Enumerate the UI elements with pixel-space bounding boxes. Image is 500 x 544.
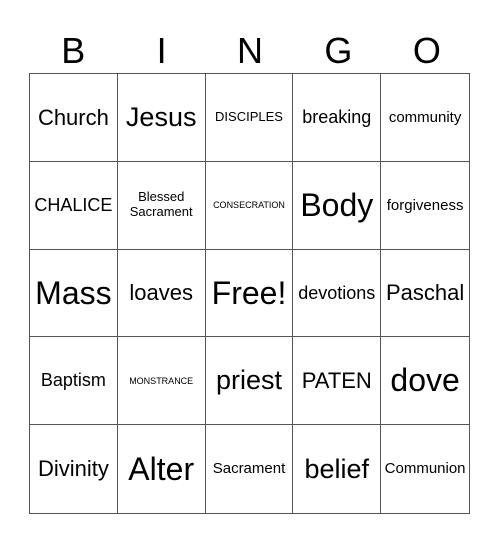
- cell-text: Mass: [35, 274, 112, 311]
- bingo-cell[interactable]: Blessed Sacrament: [117, 161, 206, 250]
- bingo-cell[interactable]: belief: [293, 425, 382, 513]
- bingo-cell[interactable]: Mass: [30, 249, 118, 338]
- cell-text: priest: [215, 365, 282, 396]
- header-letter-n: N: [237, 30, 264, 71]
- header-letter-b: B: [61, 30, 86, 71]
- cell-text: Alter: [128, 450, 195, 487]
- cell-text: Free!: [211, 274, 287, 311]
- free-space-cell[interactable]: Free!: [205, 249, 294, 338]
- header-letter-o: O: [412, 30, 441, 71]
- bingo-header: B I N G O: [29, 30, 471, 72]
- cell-text: Baptism: [40, 370, 106, 391]
- cell-text: Paschal: [385, 280, 465, 306]
- cell-text: Church: [37, 104, 109, 130]
- cell-text: Jesus: [125, 101, 197, 132]
- bingo-cell[interactable]: Church: [30, 74, 118, 162]
- bingo-cell[interactable]: CONSECRATION: [205, 161, 294, 250]
- bingo-cell[interactable]: breaking: [293, 74, 382, 162]
- cell-text: CHALICE: [34, 194, 113, 215]
- cell-text: PATEN: [301, 368, 372, 394]
- cell-text: MONSTRANCE: [129, 375, 194, 386]
- cell-text: forgiveness: [386, 196, 464, 214]
- cell-text: devotions: [298, 282, 376, 303]
- bingo-cell[interactable]: Body: [293, 161, 382, 250]
- bingo-cell[interactable]: Paschal: [381, 250, 469, 338]
- bingo-cell[interactable]: MONSTRANCE: [117, 337, 206, 426]
- bingo-cell[interactable]: dove: [381, 337, 469, 426]
- cell-text: CONSECRATION: [213, 200, 285, 211]
- bingo-cell[interactable]: DISCIPLES: [205, 74, 294, 162]
- bingo-cell[interactable]: CHALICE: [30, 161, 118, 250]
- cell-text: dove: [390, 362, 460, 399]
- bingo-cell[interactable]: Alter: [118, 425, 206, 513]
- cell-text: Sacrament: [212, 460, 286, 478]
- bingo-cell[interactable]: community: [381, 74, 469, 162]
- header-letter-i: I: [156, 30, 167, 71]
- cell-text: Communion: [384, 460, 466, 478]
- cell-text: belief: [304, 453, 370, 484]
- bingo-cell[interactable]: Jesus: [117, 74, 206, 162]
- cell-text: Blessed Sacrament: [129, 189, 193, 220]
- bingo-cell[interactable]: Communion: [381, 425, 469, 513]
- bingo-cell[interactable]: Divinity: [30, 425, 118, 513]
- bingo-cell[interactable]: Sacrament: [206, 425, 294, 513]
- bingo-cell[interactable]: Baptism: [30, 337, 118, 426]
- bingo-cell[interactable]: forgiveness: [381, 162, 469, 250]
- cell-text: loaves: [129, 280, 193, 306]
- cell-text: DISCIPLES: [215, 108, 283, 124]
- header-letter-g: G: [324, 30, 353, 71]
- bingo-grid: Church Jesus DISCIPLES breaking community CHA…: [29, 73, 470, 514]
- bingo-cell[interactable]: priest: [205, 337, 294, 426]
- bingo-cell[interactable]: loaves: [117, 249, 206, 338]
- cell-text: Divinity: [37, 456, 109, 482]
- cell-text: breaking: [302, 107, 372, 128]
- cell-text: Body: [300, 186, 374, 223]
- cell-text: community: [388, 108, 462, 126]
- bingo-cell[interactable]: PATEN: [293, 337, 382, 426]
- bingo-cell[interactable]: devotions: [293, 249, 382, 338]
